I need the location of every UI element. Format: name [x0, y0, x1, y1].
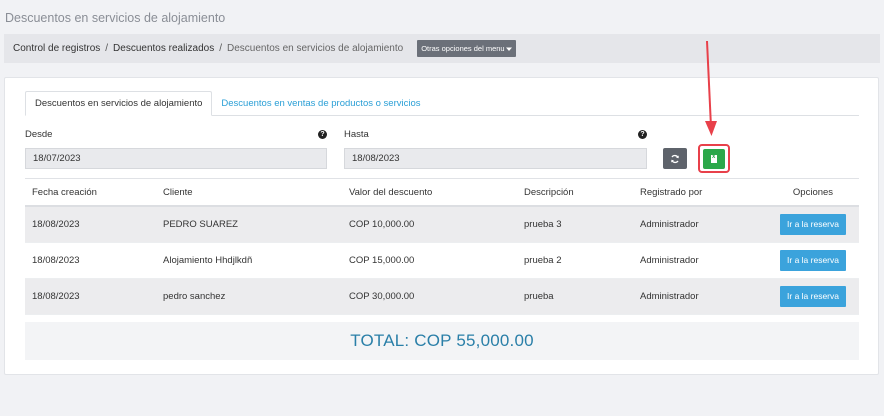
column-header: Descripción: [524, 186, 574, 198]
cell-valor: COP 10,000.00: [349, 219, 415, 230]
other-options-menu-button[interactable]: Otras opciones del menu: [417, 40, 516, 57]
column-header: Valor del descuento: [349, 186, 433, 198]
column-header: Cliente: [163, 186, 193, 198]
total-summary: TOTAL: COP 55,000.00: [25, 322, 859, 360]
table-row: 18/08/2023 PEDRO SUAREZ COP 10,000.00 pr…: [25, 207, 859, 243]
breadcrumb-item-descuentos[interactable]: Descuentos realizados: [113, 43, 214, 54]
caret-down-icon: [505, 47, 512, 51]
refresh-button[interactable]: [663, 148, 687, 169]
cell-registrado: Administrador: [640, 255, 699, 266]
go-to-reservation-button[interactable]: Ir a la reserva: [780, 214, 846, 235]
table-header-row: Fecha creación Cliente Valor del descuen…: [25, 179, 859, 207]
help-icon[interactable]: ?: [318, 130, 327, 139]
cell-opciones: Ir a la reserva: [767, 250, 859, 271]
cell-opciones: Ir a la reserva: [767, 286, 859, 307]
to-label: Hasta: [344, 129, 369, 140]
cell-cliente: Alojamiento Hhdjlkdñ: [163, 255, 253, 266]
from-date-input[interactable]: 18/07/2023: [25, 148, 327, 169]
column-header: Registrado por: [640, 186, 703, 198]
main-panel: Descuentos en servicios de alojamiento D…: [4, 77, 879, 375]
breadcrumb-separator: /: [105, 43, 109, 54]
export-highlight: [698, 144, 730, 173]
to-date-input[interactable]: 18/08/2023: [344, 148, 647, 169]
menu-button-label: Otras opciones del menu: [421, 44, 505, 53]
tab-alojamiento[interactable]: Descuentos en servicios de alojamiento: [25, 91, 213, 116]
help-icon[interactable]: ?: [638, 130, 647, 139]
cell-valor: COP 15,000.00: [349, 255, 415, 266]
breadcrumb-item-current: Descuentos en servicios de alojamiento: [227, 43, 404, 54]
go-to-reservation-button[interactable]: Ir a la reserva: [780, 286, 846, 307]
breadcrumb: Control de registros / Descuentos realiz…: [4, 34, 880, 63]
export-excel-button[interactable]: [703, 148, 725, 169]
column-header: Opciones: [792, 186, 834, 198]
table-row: 18/08/2023 Alojamiento Hhdjlkdñ COP 15,0…: [25, 243, 859, 279]
tab-productos[interactable]: Descuentos en ventas de productos o serv…: [212, 91, 429, 116]
cell-opciones: Ir a la reserva: [767, 214, 859, 235]
breadcrumb-item-control[interactable]: Control de registros: [13, 43, 100, 54]
column-header: Fecha creación: [32, 186, 97, 198]
table-row: 18/08/2023 pedro sanchez COP 30,000.00 p…: [25, 279, 859, 315]
go-to-reservation-button[interactable]: Ir a la reserva: [780, 250, 846, 271]
cell-cliente: PEDRO SUAREZ: [163, 219, 238, 230]
cell-cliente: pedro sanchez: [163, 291, 226, 302]
cell-fecha: 18/08/2023: [32, 291, 80, 302]
refresh-icon: [671, 154, 679, 163]
from-label: Desde: [25, 129, 53, 140]
discounts-table: Fecha creación Cliente Valor del descuen…: [25, 178, 859, 315]
page-title: Descuentos en servicios de alojamiento: [5, 11, 226, 25]
cell-fecha: 18/08/2023: [32, 255, 80, 266]
cell-descripcion: prueba 2: [524, 255, 562, 266]
cell-registrado: Administrador: [640, 219, 699, 230]
cell-descripcion: prueba: [524, 291, 554, 302]
cell-registrado: Administrador: [640, 291, 699, 302]
breadcrumb-separator: /: [219, 43, 222, 54]
cell-valor: COP 30,000.00: [349, 291, 415, 302]
cell-descripcion: prueba 3: [524, 219, 562, 230]
cell-fecha: 18/08/2023: [32, 219, 80, 230]
tab-bar: Descuentos en servicios de alojamiento D…: [25, 91, 859, 116]
excel-file-icon: [711, 154, 717, 163]
